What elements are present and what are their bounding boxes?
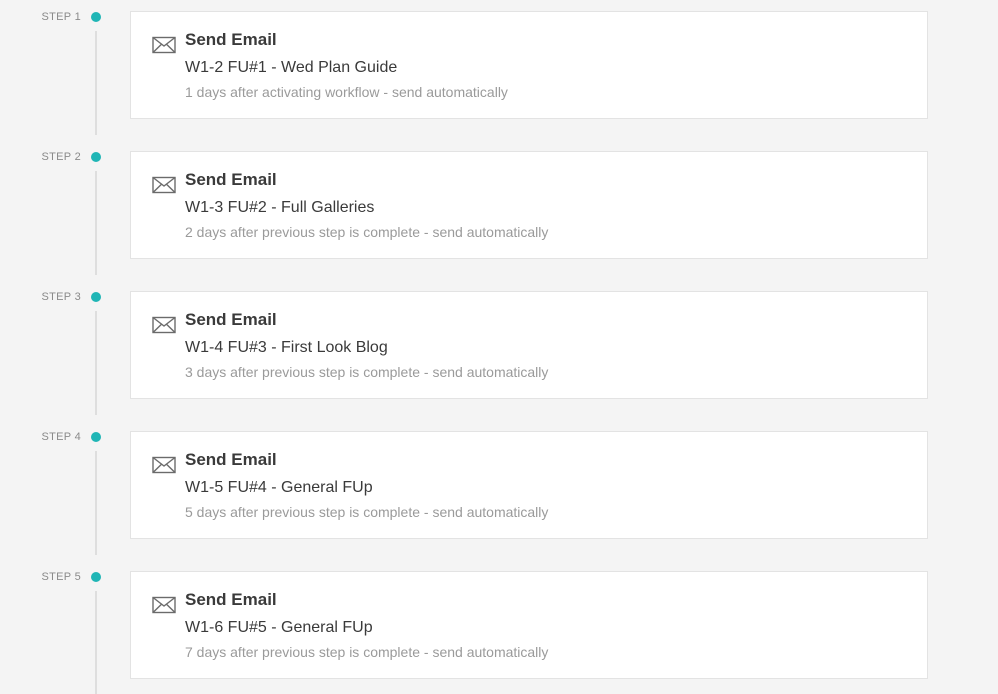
envelope-icon	[152, 176, 176, 194]
step-timing: 2 days after previous step is complete -…	[185, 224, 549, 240]
step-action-title: Send Email	[185, 310, 277, 329]
step-dot	[91, 12, 101, 22]
step-connector-line	[95, 171, 97, 275]
envelope-icon	[152, 36, 176, 54]
step-timing: 7 days after previous step is complete -…	[185, 644, 549, 660]
step-label: STEP 2	[41, 151, 81, 163]
envelope-icon	[152, 316, 176, 334]
workflow-step: STEP 3 Send Email W1-4 FU#3 - First Look…	[0, 280, 998, 420]
workflow-step: STEP 2 Send Email W1-3 FU#2 - Full Galle…	[0, 140, 998, 280]
email-template-name: W1-2 FU#1 - Wed Plan Guide	[185, 59, 398, 76]
email-template-name: W1-5 FU#4 - General FUp	[185, 479, 373, 496]
step-connector-line	[95, 451, 97, 555]
step-dot	[91, 432, 101, 442]
step-label: STEP 1	[41, 11, 81, 23]
workflow-step: STEP 5 Send Email W1-6 FU#5 - General FU…	[0, 560, 998, 694]
step-action-title: Send Email	[185, 590, 277, 609]
envelope-icon	[152, 456, 176, 474]
email-template-name: W1-4 FU#3 - First Look Blog	[185, 339, 388, 356]
step-card[interactable]: Send Email W1-6 FU#5 - General FUp 7 day…	[130, 571, 928, 679]
step-card[interactable]: Send Email W1-2 FU#1 - Wed Plan Guide 1 …	[130, 11, 928, 119]
step-action-title: Send Email	[185, 170, 277, 189]
step-card[interactable]: Send Email W1-5 FU#4 - General FUp 5 day…	[130, 431, 928, 539]
step-timing: 1 days after activating workflow - send …	[185, 84, 508, 100]
step-card[interactable]: Send Email W1-4 FU#3 - First Look Blog 3…	[130, 291, 928, 399]
step-label: STEP 3	[41, 291, 81, 303]
step-label: STEP 4	[41, 431, 81, 443]
step-connector-line	[95, 31, 97, 135]
workflow-step: STEP 4 Send Email W1-5 FU#4 - General FU…	[0, 420, 998, 560]
step-dot	[91, 152, 101, 162]
step-dot	[91, 572, 101, 582]
envelope-icon	[152, 596, 176, 614]
step-action-title: Send Email	[185, 30, 277, 49]
step-card[interactable]: Send Email W1-3 FU#2 - Full Galleries 2 …	[130, 151, 928, 259]
workflow-timeline: STEP 1 Send Email W1-2 FU#1 - Wed Plan G…	[0, 0, 998, 694]
email-template-name: W1-6 FU#5 - General FUp	[185, 619, 373, 636]
step-timing: 3 days after previous step is complete -…	[185, 364, 549, 380]
step-action-title: Send Email	[185, 450, 277, 469]
step-dot	[91, 292, 101, 302]
step-connector-line	[95, 311, 97, 415]
workflow-step: STEP 1 Send Email W1-2 FU#1 - Wed Plan G…	[0, 0, 998, 140]
step-connector-line	[95, 591, 97, 694]
step-label: STEP 5	[41, 571, 81, 583]
email-template-name: W1-3 FU#2 - Full Galleries	[185, 199, 375, 216]
step-timing: 5 days after previous step is complete -…	[185, 504, 549, 520]
